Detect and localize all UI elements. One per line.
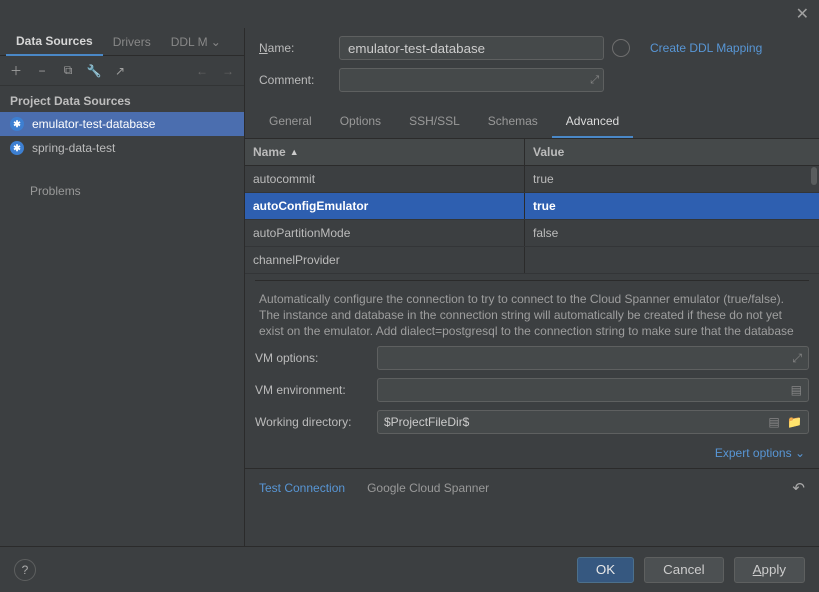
data-source-item[interactable]: ✱ emulator-test-database [0,112,244,136]
working-dir-label: Working directory: [255,415,369,429]
properties-table: Name▲ Value autocommit true autoConfigEm… [245,139,819,274]
prop-name: autoPartitionMode [245,220,525,246]
prop-name: channelProvider [245,247,525,273]
vm-env-input[interactable]: ▤ [377,378,809,402]
wrench-icon[interactable]: 🔧 [86,63,102,79]
help-icon[interactable]: ? [14,559,36,581]
ok-button[interactable]: OK [577,557,634,583]
list-icon[interactable]: ▤ [791,383,802,397]
right-panel: Name: Create DDL Mapping Comment: ⤢ Gene… [245,28,819,546]
table-row[interactable]: autoConfigEmulator true [245,193,819,220]
column-header-name[interactable]: Name▲ [245,139,525,165]
apply-button[interactable]: Apply [734,557,805,583]
forward-icon[interactable]: → [220,63,236,79]
spanner-icon: ✱ [10,141,24,155]
vm-options-label: VM options: [255,351,369,365]
chevron-down-icon[interactable]: ⌄ [211,35,221,49]
expert-options-link[interactable]: Expert options ⌄ [245,444,819,462]
prop-name: autocommit [245,166,525,192]
spanner-icon: ✱ [10,117,24,131]
cancel-button[interactable]: Cancel [644,557,724,583]
tab-general[interactable]: General [255,106,326,138]
vm-env-label: VM environment: [255,383,369,397]
vm-options-input[interactable]: ⤢ [377,346,809,370]
problems-item[interactable]: Problems [0,160,244,204]
back-icon[interactable]: ← [194,63,210,79]
expand-icon[interactable]: ⤢ [590,74,599,87]
driver-name: Google Cloud Spanner [367,481,489,495]
table-row[interactable]: autoPartitionMode false [245,220,819,247]
tab-drivers[interactable]: Drivers [103,29,161,55]
data-source-label: spring-data-test [32,141,115,155]
comment-input[interactable]: ⤢ [339,68,604,92]
detail-tabs: General Options SSH/SSL Schemas Advanced [245,106,819,139]
add-icon[interactable]: ＋ [8,63,24,79]
table-row[interactable]: autocommit true [245,166,819,193]
property-description: Automatically configure the connection t… [255,280,809,338]
tab-ssh-ssl[interactable]: SSH/SSL [395,106,474,138]
folder-icon[interactable]: 📁 [787,415,802,429]
prop-name: autoConfigEmulator [245,193,525,219]
data-source-item[interactable]: ✱ spring-data-test [0,136,244,160]
tab-data-sources[interactable]: Data Sources [6,28,103,56]
revert-icon[interactable]: ↶ [792,479,805,497]
comment-label: Comment: [259,73,333,87]
chevron-down-icon: ⌄ [795,446,805,460]
tab-ddl-mappings[interactable]: DDL M [161,29,209,55]
color-icon[interactable] [612,39,630,57]
create-ddl-mapping-link[interactable]: Create DDL Mapping [650,41,762,55]
name-label: Name: [259,41,333,55]
remove-icon[interactable]: − [34,63,50,79]
sort-asc-icon: ▲ [290,147,299,157]
working-dir-input[interactable]: $ProjectFileDir$ ▤ 📁 [377,410,809,434]
column-header-value[interactable]: Value [525,139,819,165]
close-icon[interactable]: ✕ [796,4,809,24]
test-connection-link[interactable]: Test Connection [259,481,345,495]
left-panel: Data Sources Drivers DDL M ⌄ ＋ − ⧉ 🔧 ↗ ←… [0,28,245,546]
table-row[interactable]: channelProvider [245,247,819,274]
data-source-label: emulator-test-database [32,117,155,131]
name-input[interactable] [339,36,604,60]
dialog-footer: ? OK Cancel Apply [0,546,819,592]
expand-icon[interactable]: ⤢ [792,351,802,366]
tab-options[interactable]: Options [326,106,395,138]
left-tabs: Data Sources Drivers DDL M ⌄ [0,28,244,56]
prop-value[interactable]: true [525,193,819,219]
tab-advanced[interactable]: Advanced [552,106,633,138]
scrollbar[interactable] [811,167,817,185]
prop-value[interactable]: false [525,220,819,246]
tab-schemas[interactable]: Schemas [474,106,552,138]
list-icon[interactable]: ▤ [768,415,779,429]
section-project-data-sources: Project Data Sources [0,86,244,112]
prop-value[interactable] [525,247,819,273]
make-global-icon[interactable]: ↗ [112,63,128,79]
left-toolbar: ＋ − ⧉ 🔧 ↗ ← → [0,56,244,86]
prop-value[interactable]: true [525,166,819,192]
duplicate-icon[interactable]: ⧉ [60,63,76,79]
